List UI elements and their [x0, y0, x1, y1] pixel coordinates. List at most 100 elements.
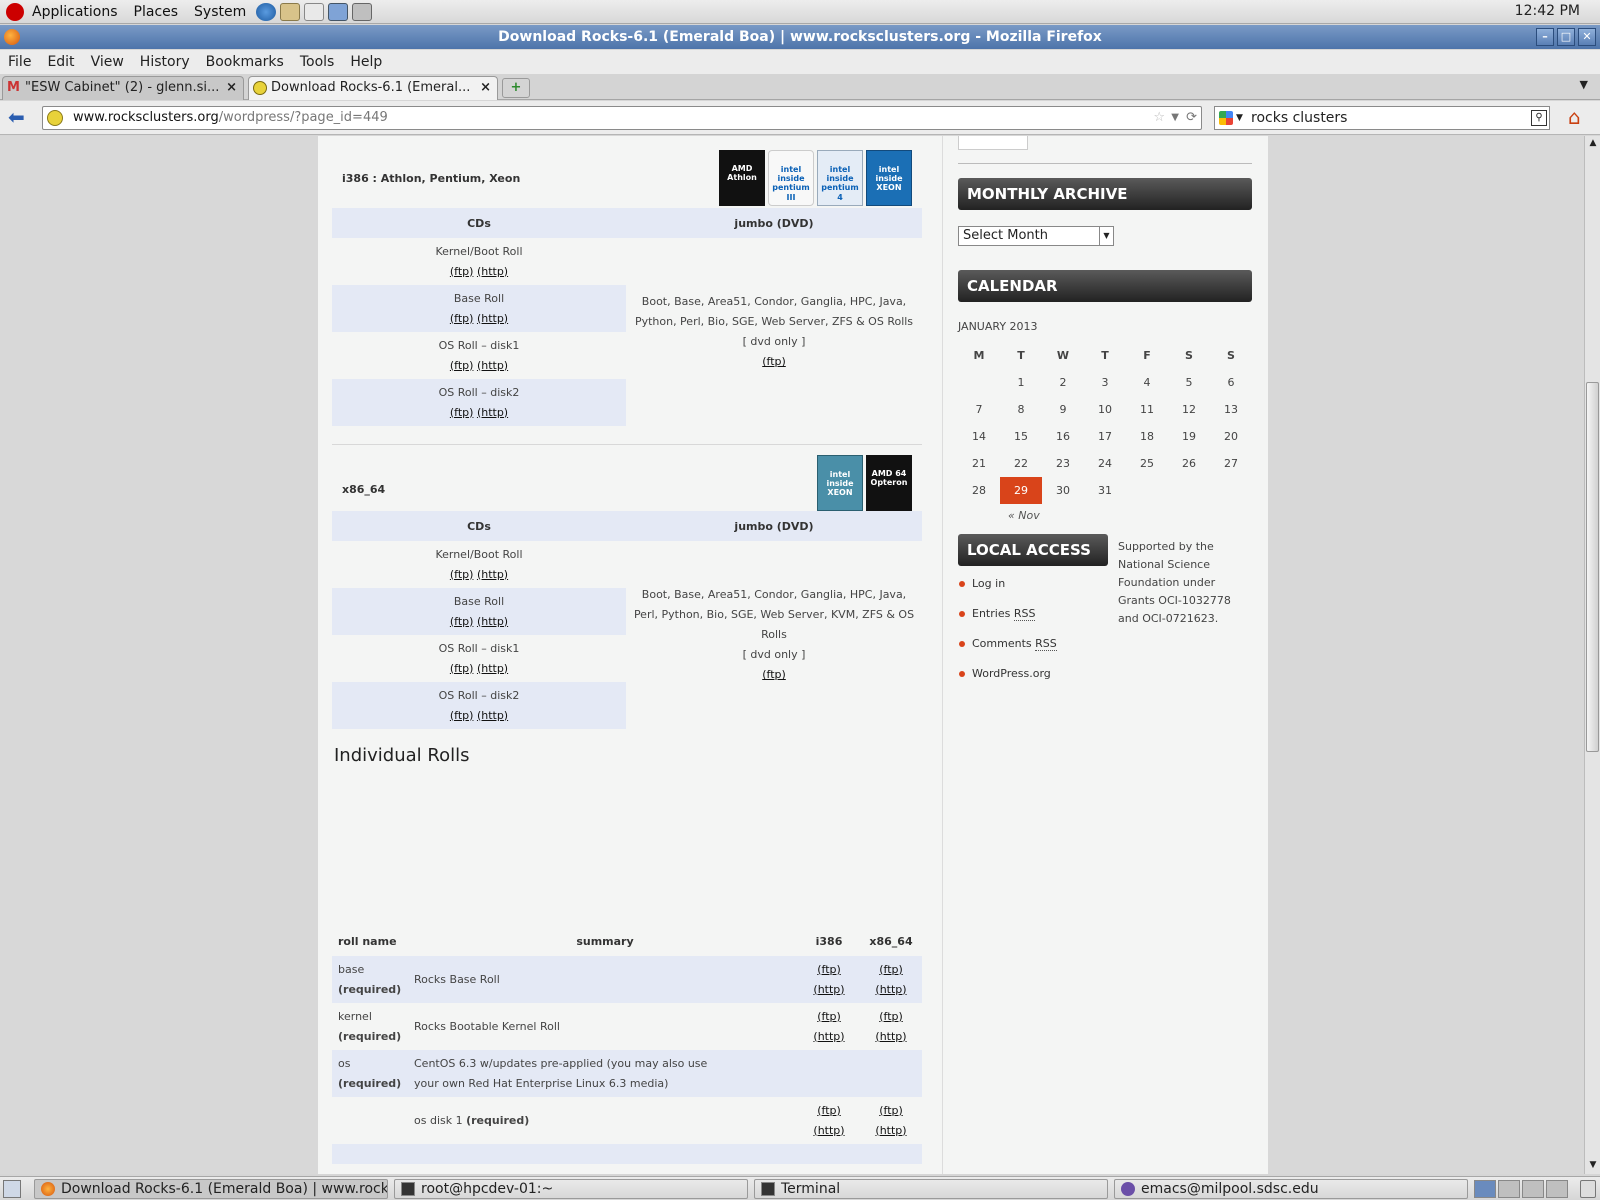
http-link[interactable]: (http) [477, 359, 508, 372]
x86-64-ftp-link[interactable]: (ftp) [879, 1010, 903, 1023]
ftp-link[interactable]: (ftp) [450, 312, 474, 325]
tab-rocks-download[interactable]: Download Rocks-6.1 (Emeral... × [248, 76, 498, 100]
i386-ftp-link[interactable]: (ftp) [817, 963, 841, 976]
presentation-launcher-icon[interactable] [328, 2, 349, 21]
http-link[interactable]: (http) [477, 615, 508, 628]
search-input[interactable]: ▼ rocks clusters ⚲ [1214, 106, 1550, 130]
bookmark-star-icon[interactable]: ☆ [1153, 107, 1165, 129]
x86-64-ftp-link[interactable]: (ftp) [879, 963, 903, 976]
back-arrow-icon[interactable]: ⬅ [8, 107, 30, 129]
thumbnail-image[interactable] [958, 136, 1028, 150]
ftp-link[interactable]: (ftp) [450, 568, 474, 581]
link-text[interactable]: Comments [972, 637, 1035, 650]
http-link[interactable]: (http) [477, 406, 508, 419]
rss-abbr[interactable]: RSS [1035, 637, 1057, 651]
wordpress-org-link[interactable]: WordPress.org [958, 664, 1057, 694]
workspace-1[interactable] [1474, 1180, 1496, 1198]
http-link[interactable]: (http) [477, 568, 508, 581]
i386-http-link[interactable]: (http) [813, 1030, 844, 1043]
entries-rss-link[interactable]: Entries RSS [958, 604, 1057, 634]
show-desktop-icon[interactable] [3, 1180, 21, 1198]
x86-64-http-link[interactable]: (http) [875, 1124, 906, 1137]
login-link[interactable]: Log in [958, 574, 1057, 604]
jumbo-ftp-link[interactable]: (ftp) [762, 355, 786, 368]
ftp-link[interactable]: (ftp) [450, 359, 474, 372]
workspace-3[interactable] [1522, 1180, 1544, 1198]
search-engine-dropdown-icon[interactable]: ▼ [1236, 107, 1243, 129]
redhat-icon[interactable] [6, 2, 24, 21]
ftp-link[interactable]: (ftp) [450, 709, 474, 722]
ftp-link[interactable]: (ftp) [450, 265, 474, 278]
menu-edit[interactable]: Edit [39, 54, 82, 70]
http-link[interactable]: (http) [477, 312, 508, 325]
scroll-down-icon[interactable]: ▼ [1587, 1160, 1599, 1172]
calendar-day: 30 [1056, 484, 1070, 497]
firefox-icon[interactable] [4, 29, 20, 45]
note-launcher-icon[interactable] [352, 2, 373, 21]
scrollbar-thumb[interactable] [1586, 382, 1599, 752]
url-history-dropdown-icon[interactable]: ▼ [1171, 107, 1179, 129]
google-engine-icon[interactable] [1219, 111, 1233, 125]
scroll-up-icon[interactable]: ▲ [1587, 138, 1599, 150]
search-magnifier-icon[interactable]: ⚲ [1531, 110, 1547, 126]
reload-icon[interactable]: ⟳ [1186, 107, 1197, 129]
menu-view[interactable]: View [83, 54, 132, 70]
taskbar-terminal[interactable]: Terminal [754, 1179, 1108, 1199]
link-text[interactable]: WordPress.org [972, 667, 1051, 680]
link-text[interactable]: Log in [972, 577, 1005, 590]
ftp-link[interactable]: (ftp) [450, 406, 474, 419]
menu-history[interactable]: History [132, 54, 198, 70]
system-menu[interactable]: System [186, 4, 254, 20]
rss-abbr[interactable]: RSS [1013, 607, 1036, 621]
top-panel: Applications Places System 12:42 PM [0, 0, 1600, 24]
applications-menu[interactable]: Applications [24, 4, 126, 20]
chevron-down-icon[interactable]: ▼ [1099, 227, 1113, 245]
taskbar-emacs[interactable]: emacs@milpool.sdsc.edu [1114, 1179, 1468, 1199]
i386-ftp-link[interactable]: (ftp) [817, 1104, 841, 1117]
prev-month-link[interactable]: « Nov [958, 504, 1252, 528]
x86-64-ftp-link[interactable]: (ftp) [879, 1104, 903, 1117]
window-titlebar[interactable]: Download Rocks-6.1 (Emerald Boa) | www.r… [0, 25, 1600, 49]
ftp-link[interactable]: (ftp) [450, 662, 474, 675]
minimize-button[interactable]: – [1536, 28, 1554, 46]
calendar-day: 14 [972, 430, 986, 443]
site-identity-icon[interactable] [47, 110, 63, 126]
trash-icon[interactable] [1580, 1180, 1596, 1198]
i386-http-link[interactable]: (http) [813, 983, 844, 996]
close-tab-icon[interactable]: × [226, 77, 237, 99]
taskbar-root-terminal[interactable]: root@hpcdev-01:~ [394, 1179, 748, 1199]
list-all-tabs-icon[interactable]: ▼ [1580, 78, 1588, 91]
http-link[interactable]: (http) [477, 265, 508, 278]
menu-help[interactable]: Help [342, 54, 390, 70]
url-bar[interactable]: www.rocksclusters.org/wordpress/?page_id… [42, 106, 1202, 130]
menu-file[interactable]: File [0, 54, 39, 70]
tab-gmail[interactable]: M "ESW Cabinet" (2) - glenn.si... × [2, 76, 244, 100]
ftp-link[interactable]: (ftp) [450, 615, 474, 628]
new-tab-button[interactable]: + [502, 78, 530, 98]
writer-launcher-icon[interactable] [304, 2, 325, 21]
jumbo-ftp-link[interactable]: (ftp) [762, 668, 786, 681]
http-link[interactable]: (http) [477, 709, 508, 722]
workspace-2[interactable] [1498, 1180, 1520, 1198]
menu-bookmarks[interactable]: Bookmarks [198, 54, 292, 70]
home-icon[interactable]: ⌂ [1568, 106, 1592, 130]
month-select[interactable]: Select Month ▼ [958, 226, 1114, 246]
close-tab-icon[interactable]: × [480, 77, 491, 99]
vertical-scrollbar[interactable]: ▲ ▼ [1584, 136, 1600, 1174]
globe-launcher-icon[interactable] [256, 2, 277, 21]
places-menu[interactable]: Places [126, 4, 187, 20]
comments-rss-link[interactable]: Comments RSS [958, 634, 1057, 664]
link-text[interactable]: Entries [972, 607, 1014, 620]
close-window-button[interactable]: ✕ [1578, 28, 1596, 46]
menu-tools[interactable]: Tools [292, 54, 343, 70]
x86-64-http-link[interactable]: (http) [875, 1030, 906, 1043]
i386-ftp-link[interactable]: (ftp) [817, 1010, 841, 1023]
http-link[interactable]: (http) [477, 662, 508, 675]
panel-clock[interactable]: 12:42 PM [1515, 3, 1580, 19]
i386-http-link[interactable]: (http) [813, 1124, 844, 1137]
workspace-4[interactable] [1546, 1180, 1568, 1198]
taskbar-firefox[interactable]: Download Rocks-6.1 (Emerald Boa) | www.r… [34, 1179, 388, 1199]
mail-launcher-icon[interactable] [280, 2, 301, 21]
maximize-button[interactable]: □ [1557, 28, 1575, 46]
x86-64-http-link[interactable]: (http) [875, 983, 906, 996]
